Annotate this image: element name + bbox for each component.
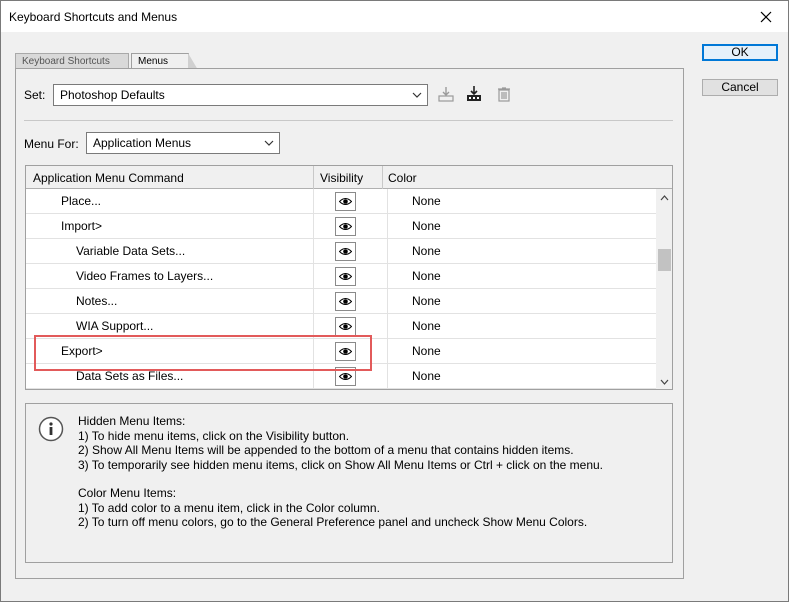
command-name: Variable Data Sets... — [76, 244, 186, 258]
cell-separator — [313, 189, 314, 214]
color-cell[interactable]: None — [412, 194, 441, 208]
eye-icon[interactable] — [335, 292, 356, 311]
table-row[interactable]: Export> None — [26, 339, 656, 364]
menu-for-value: Application Menus — [93, 136, 192, 150]
cell-separator — [313, 264, 314, 289]
command-name: Export> — [61, 344, 103, 358]
divider — [24, 120, 673, 121]
info-line: 2) Show All Menu Items will be appended … — [78, 443, 574, 457]
command-name: Place... — [61, 194, 102, 208]
window-title: Keyboard Shortcuts and Menus — [9, 10, 178, 24]
set-dropdown[interactable]: Photoshop Defaults — [53, 84, 428, 106]
info-line: 1) To hide menu items, click on the Visi… — [78, 428, 350, 443]
color-cell[interactable]: None — [412, 294, 441, 308]
info-line: Hidden Menu Items: — [78, 414, 186, 428]
menu-command-table: Application Menu Command Visibility Colo… — [25, 165, 673, 390]
dialog-window: Keyboard Shortcuts and Menus Keyboard Sh… — [0, 0, 789, 602]
table-row[interactable]: Notes... None — [26, 289, 656, 314]
close-icon[interactable] — [744, 1, 788, 32]
cell-separator — [387, 239, 388, 264]
scrollbar-thumb[interactable] — [658, 249, 671, 271]
table-row[interactable]: Place... None — [26, 189, 656, 214]
cell-separator — [313, 339, 314, 364]
cell-separator — [387, 339, 388, 364]
cell-separator — [387, 189, 388, 214]
cell-separator — [313, 364, 314, 389]
table-header: Application Menu Command Visibility Colo… — [26, 166, 672, 189]
scroll-up-icon[interactable] — [656, 189, 672, 206]
cell-separator — [313, 214, 314, 239]
save-set-icon[interactable] — [437, 85, 455, 103]
color-cell[interactable]: None — [412, 344, 441, 358]
table-row[interactable]: Data Sets as Files... None — [26, 364, 656, 389]
color-cell[interactable]: None — [412, 244, 441, 258]
eye-icon[interactable] — [335, 342, 356, 361]
chevron-down-icon — [411, 85, 423, 105]
table-row[interactable]: Import> None — [26, 214, 656, 239]
eye-icon[interactable] — [335, 317, 356, 336]
table-row[interactable]: WIA Support... None — [26, 314, 656, 339]
info-line — [78, 472, 603, 486]
title-bar: Keyboard Shortcuts and Menus — [1, 1, 788, 32]
command-name: WIA Support... — [76, 319, 154, 333]
info-box: Hidden Menu Items: 1) To hide menu items… — [25, 403, 673, 563]
cell-separator — [313, 289, 314, 314]
info-text: Hidden Menu Items: 1) To hide menu items… — [78, 414, 603, 530]
cell-separator — [313, 314, 314, 339]
cell-separator — [387, 289, 388, 314]
column-header-command[interactable]: Application Menu Command — [33, 171, 184, 185]
command-name: Video Frames to Layers... — [76, 269, 214, 283]
info-line: 3) To temporarily see hidden menu items,… — [78, 457, 604, 472]
new-set-icon[interactable] — [465, 85, 483, 103]
scroll-down-icon[interactable] — [656, 373, 672, 389]
table-row[interactable]: Video Frames to Layers... None — [26, 264, 656, 289]
command-name: Notes... — [76, 294, 118, 308]
info-line: Color Menu Items: — [78, 486, 177, 500]
set-value: Photoshop Defaults — [60, 88, 165, 102]
eye-icon[interactable] — [335, 217, 356, 236]
menu-for-dropdown[interactable]: Application Menus — [86, 132, 280, 154]
cancel-button[interactable]: Cancel — [702, 79, 778, 96]
eye-icon[interactable] — [335, 192, 356, 211]
info-icon — [38, 416, 64, 442]
ok-button[interactable]: OK — [702, 44, 778, 61]
color-cell[interactable]: None — [412, 369, 441, 383]
info-line: 2) To turn off menu colors, go to the Ge… — [78, 515, 588, 529]
trash-icon[interactable] — [495, 85, 513, 103]
command-name: Import> — [61, 219, 103, 233]
chevron-down-icon — [263, 133, 275, 153]
column-separator[interactable] — [382, 166, 383, 189]
set-label: Set: — [24, 88, 46, 102]
cell-separator — [387, 214, 388, 239]
menu-for-label: Menu For: — [24, 137, 79, 151]
column-separator[interactable] — [313, 166, 314, 189]
command-name: Data Sets as Files... — [76, 369, 184, 383]
vertical-scrollbar[interactable] — [656, 189, 672, 389]
color-cell[interactable]: None — [412, 269, 441, 283]
tab-menus[interactable]: Menus — [131, 53, 198, 70]
cell-separator — [387, 264, 388, 289]
column-header-color[interactable]: Color — [388, 171, 417, 185]
cell-separator — [387, 364, 388, 389]
info-line: 1) To add color to a menu item, click in… — [78, 500, 380, 515]
eye-icon[interactable] — [335, 242, 356, 261]
eye-icon[interactable] — [335, 367, 356, 386]
table-row[interactable]: Variable Data Sets... None — [26, 239, 656, 264]
cell-separator — [313, 239, 314, 264]
eye-icon[interactable] — [335, 267, 356, 286]
color-cell[interactable]: None — [412, 219, 441, 233]
cell-separator — [387, 314, 388, 339]
color-cell[interactable]: None — [412, 319, 441, 333]
tab-keyboard-shortcuts[interactable]: Keyboard Shortcuts — [15, 53, 129, 69]
column-header-visibility[interactable]: Visibility — [320, 171, 363, 185]
